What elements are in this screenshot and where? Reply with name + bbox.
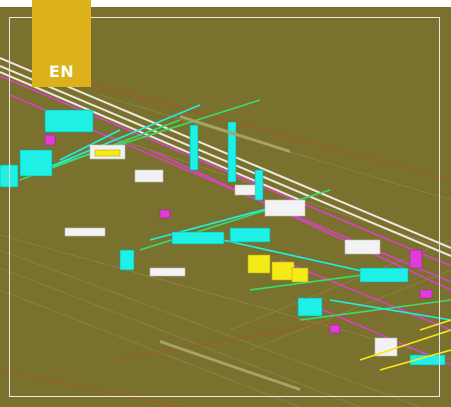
- language-badge-label: EN: [48, 62, 75, 81]
- language-badge[interactable]: EN: [32, 0, 91, 87]
- project-thumbnail[interactable]: EN: [0, 0, 451, 407]
